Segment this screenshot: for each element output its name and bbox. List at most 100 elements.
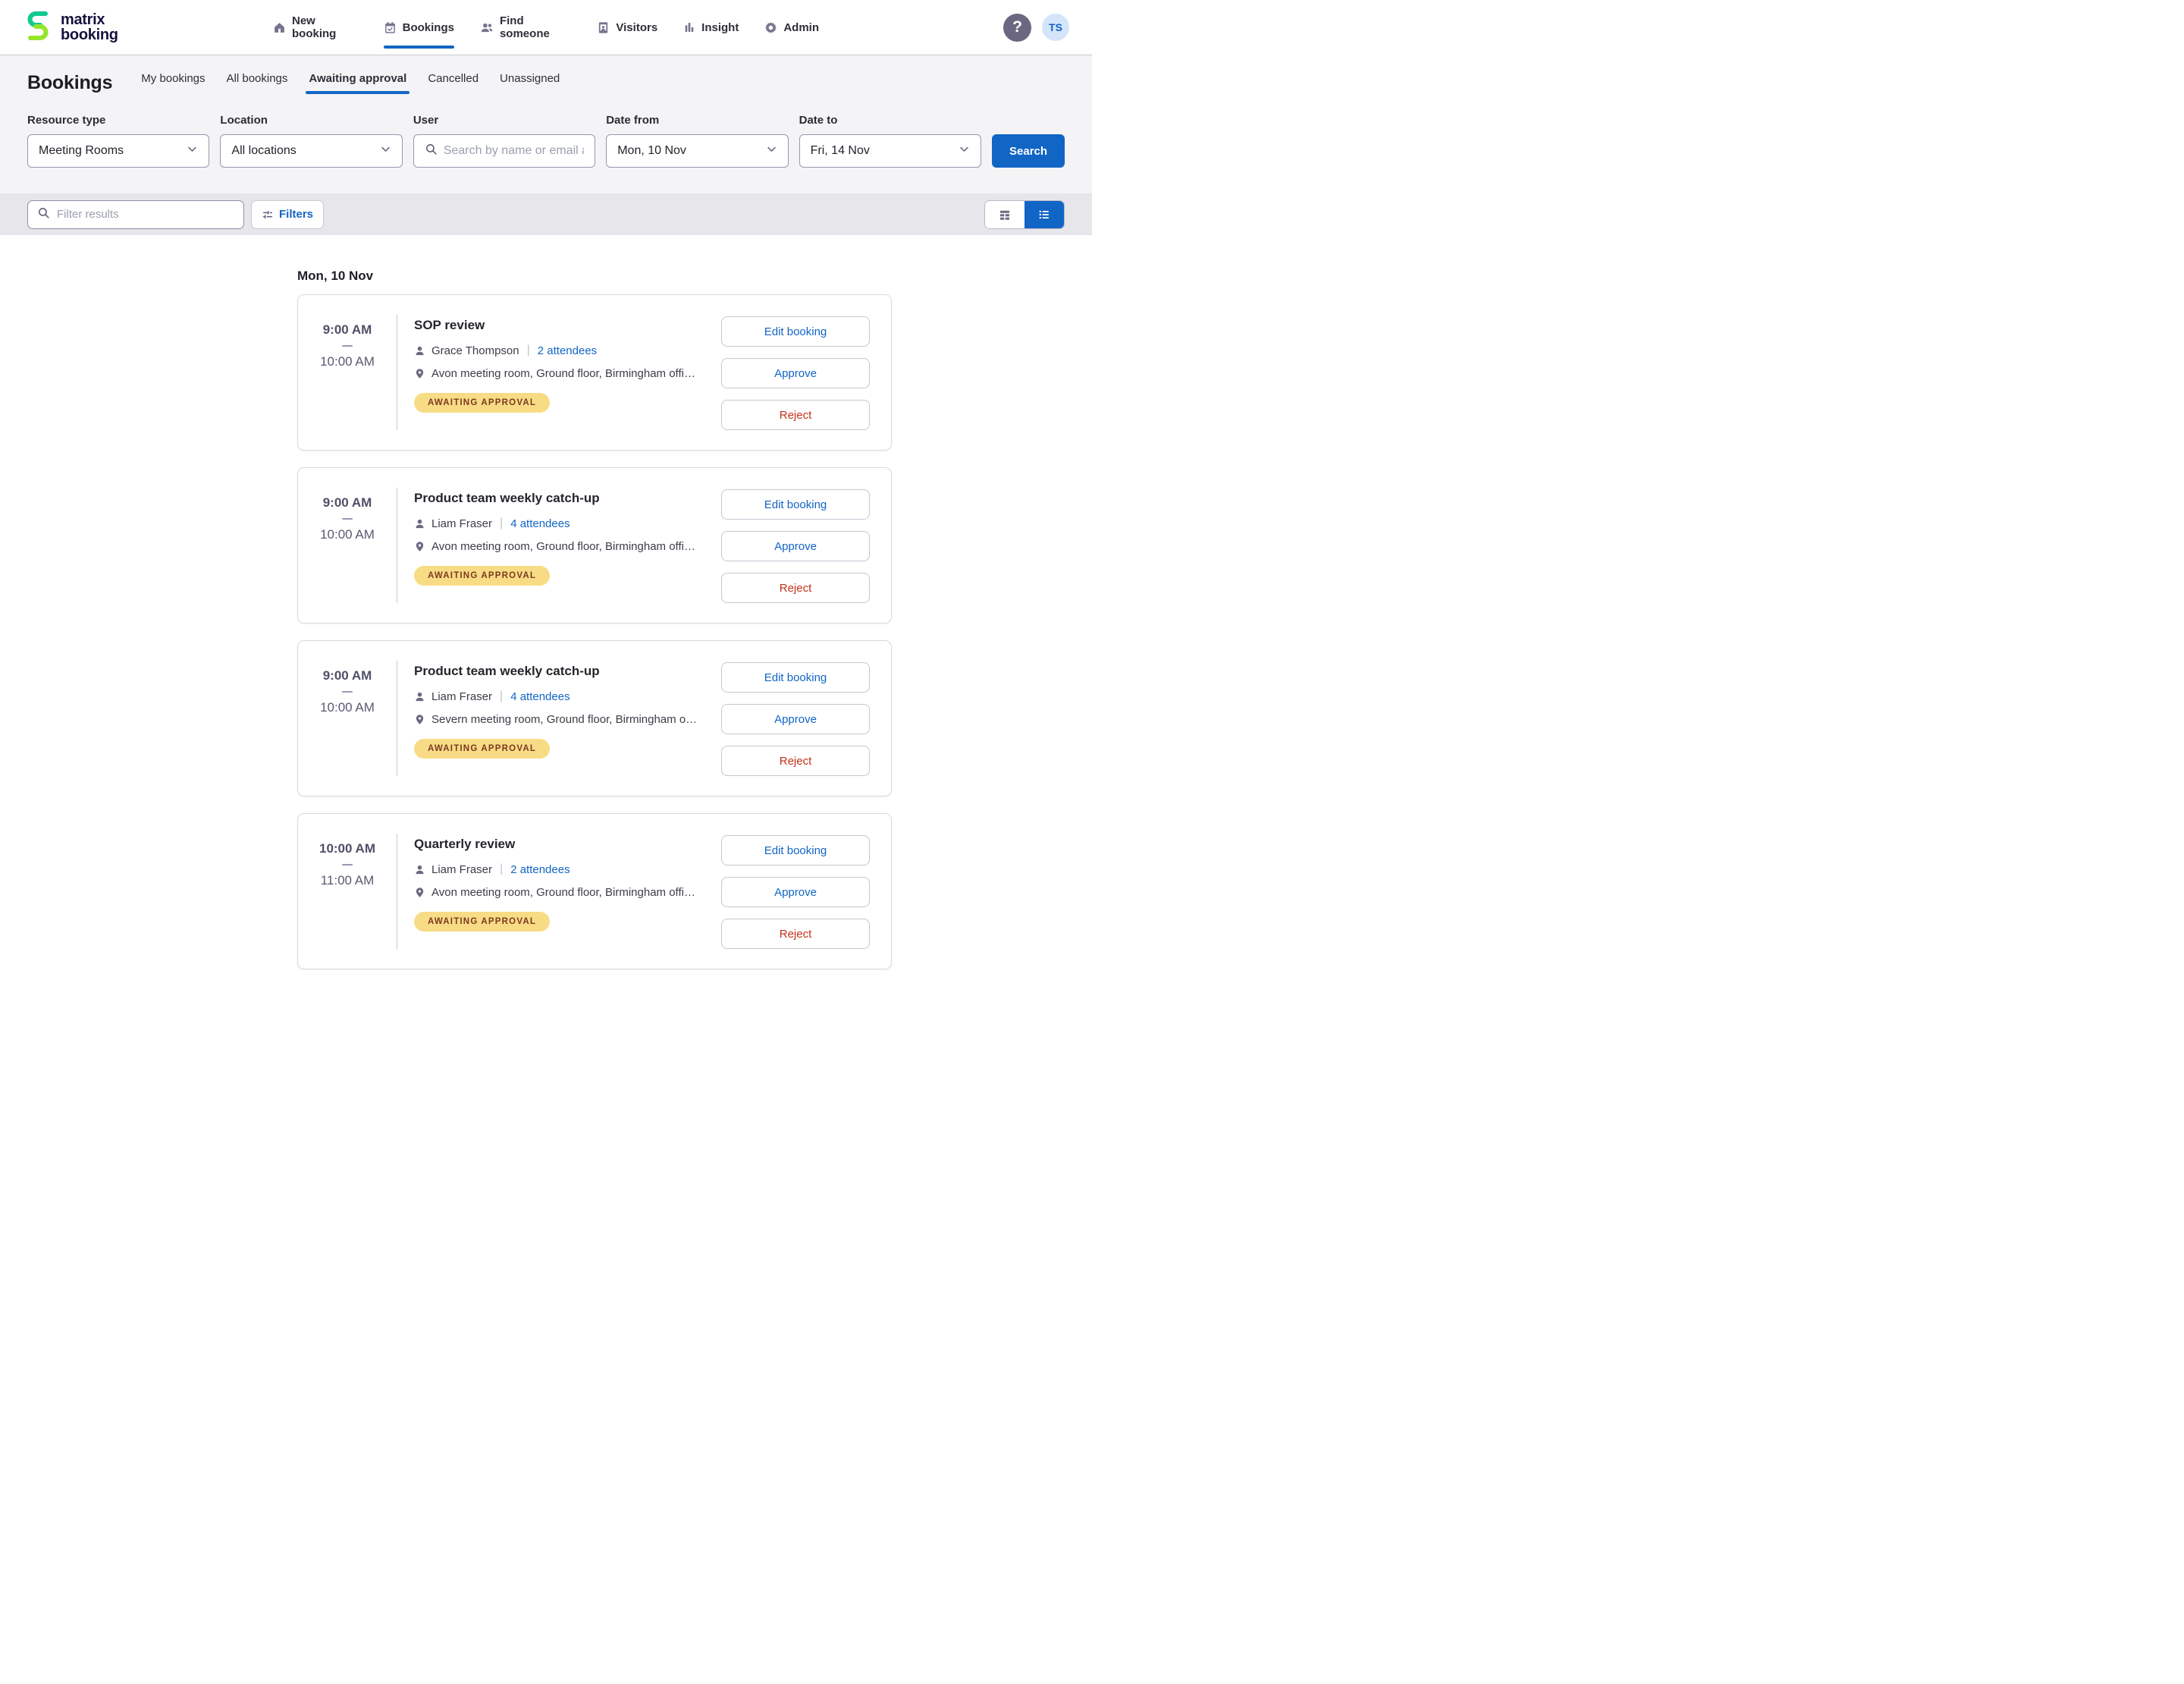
resource-type-label: Resource type [27, 114, 209, 127]
list-view-button[interactable] [1025, 201, 1064, 228]
date-to-label: Date to [799, 114, 981, 127]
user-search-box [413, 134, 595, 168]
nav-item-new-booking[interactable]: New booking [273, 0, 358, 55]
date-heading: Mon, 10 Nov [297, 269, 1092, 284]
filter-results-box [27, 200, 244, 229]
separator: | [498, 690, 504, 703]
reject-button[interactable]: Reject [721, 573, 870, 603]
booking-time: 10:00 AM 11:00 AM [298, 834, 397, 949]
booking-card: 9:00 AM 10:00 AM Product team weekly cat… [297, 640, 892, 796]
booking-time: 9:00 AM 10:00 AM [298, 661, 397, 776]
resource-type-select[interactable]: Meeting Rooms [27, 134, 209, 168]
attendees-link[interactable]: 4 attendees [510, 517, 570, 530]
date-from-label: Date from [606, 114, 788, 127]
resource-type-field: Resource type Meeting Rooms [27, 114, 209, 168]
attendees-link[interactable]: 4 attendees [510, 690, 570, 703]
main-nav: New booking Bookings Find someone [273, 0, 819, 55]
resource-type-value: Meeting Rooms [39, 144, 124, 158]
user-search-input[interactable] [444, 144, 584, 158]
matrix-booking-logo-icon [23, 10, 53, 46]
booking-card: 9:00 AM 10:00 AM SOP review Grace Thomps… [297, 294, 892, 451]
booking-card: 10:00 AM 11:00 AM Quarterly review Liam … [297, 813, 892, 969]
booking-list: 9:00 AM 10:00 AM SOP review Grace Thomps… [297, 294, 1092, 969]
view-toggle [984, 200, 1065, 229]
chevron-down-icon [380, 143, 391, 159]
tab-awaiting-approval[interactable]: Awaiting approval [309, 72, 406, 94]
booking-details: SOP review Grace Thompson | 2 attendees … [397, 315, 721, 430]
booking-owner: Liam Fraser [431, 863, 492, 876]
attendees-link[interactable]: 2 attendees [538, 344, 597, 357]
grid-view-button[interactable] [985, 201, 1025, 228]
chevron-down-icon [187, 143, 198, 159]
booking-title: Quarterly review [414, 837, 706, 852]
booking-location: Avon meeting room, Ground floor, Birming… [431, 540, 695, 553]
tab-unassigned[interactable]: Unassigned [500, 72, 560, 94]
approve-button[interactable]: Approve [721, 358, 870, 388]
date-from-select[interactable]: Mon, 10 Nov [606, 134, 788, 168]
grid-view-icon [998, 208, 1012, 221]
help-button[interactable]: ? [1003, 14, 1031, 42]
booking-actions: Edit booking Approve Reject [721, 661, 870, 776]
approve-button[interactable]: Approve [721, 704, 870, 734]
location-value: All locations [231, 144, 296, 158]
edit-booking-button[interactable]: Edit booking [721, 316, 870, 347]
search-button[interactable]: Search [992, 134, 1065, 168]
edit-booking-button[interactable]: Edit booking [721, 662, 870, 693]
tab-cancelled[interactable]: Cancelled [428, 72, 479, 94]
location-pin-icon [414, 541, 425, 552]
nav-item-find-someone[interactable]: Find someone [480, 0, 571, 55]
booking-details: Product team weekly catch-up Liam Fraser… [397, 661, 721, 776]
nav-label: Admin [783, 21, 819, 34]
chevron-down-icon [959, 143, 970, 159]
status-badge: AWAITING APPROVAL [414, 739, 550, 759]
search-icon [37, 206, 50, 223]
booking-owner: Grace Thompson [431, 344, 519, 357]
calendar-check-icon [384, 21, 397, 34]
nav-label: Bookings [403, 21, 454, 34]
nav-label: Insight [701, 21, 739, 34]
reject-button[interactable]: Reject [721, 746, 870, 776]
people-icon [480, 21, 494, 34]
date-to-select[interactable]: Fri, 14 Nov [799, 134, 981, 168]
location-field: Location All locations [220, 114, 402, 168]
booking-location: Avon meeting room, Ground floor, Birming… [431, 886, 695, 899]
edit-booking-button[interactable]: Edit booking [721, 835, 870, 866]
approve-button[interactable]: Approve [721, 877, 870, 907]
brand-logo[interactable]: matrix booking [23, 10, 118, 46]
edit-booking-button[interactable]: Edit booking [721, 489, 870, 520]
nav-item-bookings[interactable]: Bookings [384, 0, 454, 55]
booking-owner: Liam Fraser [431, 517, 492, 530]
filters-button-label: Filters [279, 208, 313, 221]
attendees-link[interactable]: 2 attendees [510, 863, 570, 876]
reject-button[interactable]: Reject [721, 919, 870, 949]
start-time: 10:00 AM [298, 841, 397, 856]
approve-button[interactable]: Approve [721, 531, 870, 561]
person-icon [414, 864, 425, 875]
avatar[interactable]: TS [1042, 14, 1069, 41]
tab-my-bookings[interactable]: My bookings [141, 72, 205, 94]
reject-button[interactable]: Reject [721, 400, 870, 430]
sliders-icon [262, 209, 274, 221]
booking-card: 9:00 AM 10:00 AM Product team weekly cat… [297, 467, 892, 624]
time-range-dash [342, 864, 353, 866]
status-badge: AWAITING APPROVAL [414, 393, 550, 413]
location-select[interactable]: All locations [220, 134, 402, 168]
end-time: 10:00 AM [298, 354, 397, 369]
start-time: 9:00 AM [298, 668, 397, 683]
separator: | [526, 344, 532, 357]
separator: | [498, 862, 504, 876]
time-range-dash [342, 518, 353, 520]
time-range-dash [342, 691, 353, 693]
brand-name: matrix booking [61, 12, 118, 42]
results-area: Mon, 10 Nov 9:00 AM 10:00 AM SOP review … [0, 235, 1092, 1001]
tab-all-bookings[interactable]: All bookings [227, 72, 288, 94]
filter-results-input[interactable] [57, 208, 234, 221]
filters-section: Bookings My bookings All bookings Awaiti… [0, 55, 1092, 193]
nav-item-admin[interactable]: Admin [764, 0, 819, 55]
nav-item-visitors[interactable]: Visitors [597, 0, 657, 55]
filters-button[interactable]: Filters [251, 200, 324, 229]
id-badge-icon [597, 21, 610, 34]
nav-item-insight[interactable]: Insight [683, 0, 739, 55]
top-nav: matrix booking New booking Bookings [0, 0, 1092, 55]
status-badge: AWAITING APPROVAL [414, 566, 550, 586]
